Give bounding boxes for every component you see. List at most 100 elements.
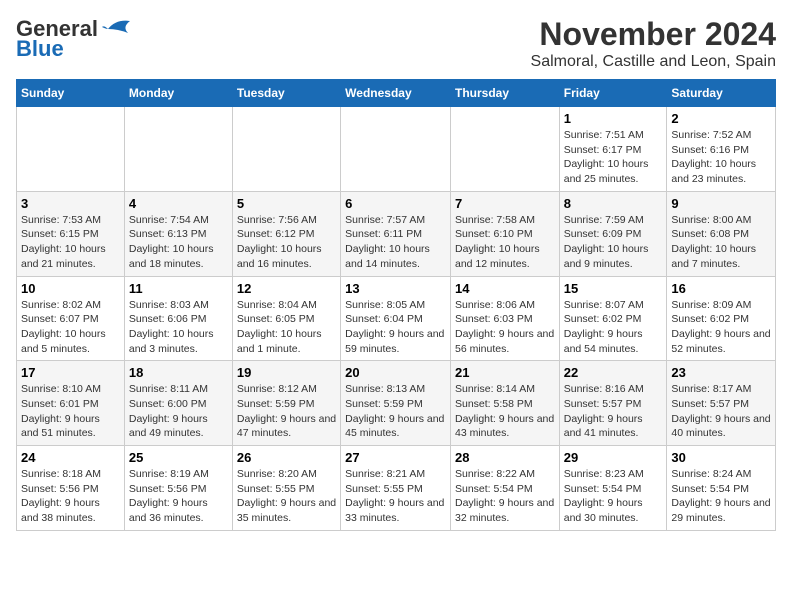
day-number: 30 — [671, 450, 771, 465]
day-number: 5 — [237, 196, 336, 211]
day-number: 16 — [671, 281, 771, 296]
calendar-cell: 30Sunrise: 8:24 AM Sunset: 5:54 PM Dayli… — [667, 446, 776, 531]
calendar-week-row: 3Sunrise: 7:53 AM Sunset: 6:15 PM Daylig… — [17, 191, 776, 276]
calendar-cell: 17 Sunrise: 8:10 AM Sunset: 6:01 PM Dayli… — [17, 361, 125, 446]
day-info: Sunrise: 8:13 AM Sunset: 5:59 PM Dayligh… — [345, 382, 446, 441]
day-info: Sunrise: 8:11 AM Sunset: 6:00 PM Dayligh… — [129, 382, 228, 441]
calendar-cell: 8 Sunrise: 7:59 AM Sunset: 6:09 PM Daylig… — [559, 191, 667, 276]
day-number: 22 — [564, 365, 663, 380]
day-info: Sunrise: 7:57 AM Sunset: 6:11 PM Dayligh… — [345, 213, 446, 272]
calendar-cell — [17, 107, 125, 192]
day-number: 29 — [564, 450, 663, 465]
calendar-cell: 9 Sunrise: 8:00 AM Sunset: 6:08 PM Daylig… — [667, 191, 776, 276]
day-info: Sunrise: 7:59 AM Sunset: 6:09 PM Dayligh… — [564, 213, 663, 272]
calendar-cell: 10 Sunrise: 8:02 AM Sunset: 6:07 PM Dayli… — [17, 276, 125, 361]
calendar-cell: 22 Sunrise: 8:16 AM Sunset: 5:57 PM Dayli… — [559, 361, 667, 446]
day-info: Sunrise: 8:19 AM Sunset: 5:56 PM Dayligh… — [129, 467, 228, 526]
calendar-cell: 5Sunrise: 7:56 AM Sunset: 6:12 PM Daylig… — [232, 191, 340, 276]
calendar-cell: 3Sunrise: 7:53 AM Sunset: 6:15 PM Daylig… — [17, 191, 125, 276]
day-info: Sunrise: 8:00 AM Sunset: 6:08 PM Dayligh… — [671, 213, 771, 272]
calendar-cell: 16Sunrise: 8:09 AM Sunset: 6:02 PM Dayli… — [667, 276, 776, 361]
calendar-cell: 24Sunrise: 8:18 AM Sunset: 5:56 PM Dayli… — [17, 446, 125, 531]
month-title: November 2024 — [531, 16, 776, 53]
calendar-cell: 4Sunrise: 7:54 AM Sunset: 6:13 PM Daylig… — [124, 191, 232, 276]
weekday-header-friday: Friday — [559, 80, 667, 107]
day-info: Sunrise: 8:04 AM Sunset: 6:05 PM Dayligh… — [237, 298, 336, 357]
calendar-cell: 1 Sunrise: 7:51 AM Sunset: 6:17 PM Daylig… — [559, 107, 667, 192]
day-number: 4 — [129, 196, 228, 211]
calendar-cell: 11 Sunrise: 8:03 AM Sunset: 6:06 PM Dayli… — [124, 276, 232, 361]
calendar-week-row: 17 Sunrise: 8:10 AM Sunset: 6:01 PM Dayli… — [17, 361, 776, 446]
day-info: Sunrise: 8:07 AM Sunset: 6:02 PM Dayligh… — [564, 298, 663, 357]
weekday-header-sunday: Sunday — [17, 80, 125, 107]
weekday-header-saturday: Saturday — [667, 80, 776, 107]
calendar-cell: 19 Sunrise: 8:12 AM Sunset: 5:59 PM Dayli… — [232, 361, 340, 446]
calendar-cell — [341, 107, 451, 192]
calendar-cell: 21 Sunrise: 8:14 AM Sunset: 5:58 PM Dayli… — [450, 361, 559, 446]
day-info: Sunrise: 7:52 AM Sunset: 6:16 PM Dayligh… — [671, 128, 771, 187]
logo-blue: Blue — [16, 36, 64, 62]
day-number: 7 — [455, 196, 555, 211]
day-number: 25 — [129, 450, 228, 465]
day-info: Sunrise: 8:14 AM Sunset: 5:58 PM Dayligh… — [455, 382, 555, 441]
day-number: 26 — [237, 450, 336, 465]
calendar-header: SundayMondayTuesdayWednesdayThursdayFrid… — [17, 80, 776, 107]
day-info: Sunrise: 8:17 AM Sunset: 5:57 PM Dayligh… — [671, 382, 771, 441]
calendar-week-row: 1 Sunrise: 7:51 AM Sunset: 6:17 PM Daylig… — [17, 107, 776, 192]
calendar-week-row: 24Sunrise: 8:18 AM Sunset: 5:56 PM Dayli… — [17, 446, 776, 531]
calendar-cell: 25 Sunrise: 8:19 AM Sunset: 5:56 PM Dayli… — [124, 446, 232, 531]
header: General Blue November 2024 Salmoral, Cas… — [16, 16, 776, 71]
weekday-header-row: SundayMondayTuesdayWednesdayThursdayFrid… — [17, 80, 776, 107]
day-number: 6 — [345, 196, 446, 211]
day-info: Sunrise: 7:58 AM Sunset: 6:10 PM Dayligh… — [455, 213, 555, 272]
day-info: Sunrise: 8:16 AM Sunset: 5:57 PM Dayligh… — [564, 382, 663, 441]
day-info: Sunrise: 8:20 AM Sunset: 5:55 PM Dayligh… — [237, 467, 336, 526]
weekday-header-thursday: Thursday — [450, 80, 559, 107]
day-number: 28 — [455, 450, 555, 465]
location: Salmoral, Castille and Leon, Spain — [531, 53, 776, 71]
logo: General Blue — [16, 16, 132, 62]
weekday-header-monday: Monday — [124, 80, 232, 107]
calendar-cell: 15Sunrise: 8:07 AM Sunset: 6:02 PM Dayli… — [559, 276, 667, 361]
day-number: 1 — [564, 111, 663, 126]
calendar-table: SundayMondayTuesdayWednesdayThursdayFrid… — [16, 79, 776, 531]
calendar-cell: 27Sunrise: 8:21 AM Sunset: 5:55 PM Dayli… — [341, 446, 451, 531]
day-info: Sunrise: 8:06 AM Sunset: 6:03 PM Dayligh… — [455, 298, 555, 357]
calendar-cell: 14 Sunrise: 8:06 AM Sunset: 6:03 PM Dayli… — [450, 276, 559, 361]
day-number: 3 — [21, 196, 120, 211]
day-number: 11 — [129, 281, 228, 296]
calendar-cell: 23 Sunrise: 8:17 AM Sunset: 5:57 PM Dayli… — [667, 361, 776, 446]
calendar-cell: 29Sunrise: 8:23 AM Sunset: 5:54 PM Dayli… — [559, 446, 667, 531]
day-info: Sunrise: 8:18 AM Sunset: 5:56 PM Dayligh… — [21, 467, 120, 526]
day-number: 18 — [129, 365, 228, 380]
day-info: Sunrise: 7:51 AM Sunset: 6:17 PM Dayligh… — [564, 128, 663, 187]
day-number: 2 — [671, 111, 771, 126]
weekday-header-tuesday: Tuesday — [232, 80, 340, 107]
day-number: 8 — [564, 196, 663, 211]
day-number: 12 — [237, 281, 336, 296]
day-info: Sunrise: 8:05 AM Sunset: 6:04 PM Dayligh… — [345, 298, 446, 357]
day-info: Sunrise: 8:02 AM Sunset: 6:07 PM Dayligh… — [21, 298, 120, 357]
calendar-cell — [124, 107, 232, 192]
calendar-cell — [232, 107, 340, 192]
calendar-body: 1 Sunrise: 7:51 AM Sunset: 6:17 PM Daylig… — [17, 107, 776, 531]
day-number: 9 — [671, 196, 771, 211]
logo-bird-icon — [100, 19, 132, 39]
calendar-cell: 20 Sunrise: 8:13 AM Sunset: 5:59 PM Dayli… — [341, 361, 451, 446]
day-number: 19 — [237, 365, 336, 380]
day-number: 20 — [345, 365, 446, 380]
calendar-cell: 7 Sunrise: 7:58 AM Sunset: 6:10 PM Daylig… — [450, 191, 559, 276]
calendar-cell: 18 Sunrise: 8:11 AM Sunset: 6:00 PM Dayli… — [124, 361, 232, 446]
day-number: 14 — [455, 281, 555, 296]
day-info: Sunrise: 8:21 AM Sunset: 5:55 PM Dayligh… — [345, 467, 446, 526]
day-number: 13 — [345, 281, 446, 296]
calendar-cell: 26 Sunrise: 8:20 AM Sunset: 5:55 PM Dayli… — [232, 446, 340, 531]
day-number: 17 — [21, 365, 120, 380]
day-info: Sunrise: 8:10 AM Sunset: 6:01 PM Dayligh… — [21, 382, 120, 441]
day-info: Sunrise: 8:12 AM Sunset: 5:59 PM Dayligh… — [237, 382, 336, 441]
day-number: 10 — [21, 281, 120, 296]
day-number: 23 — [671, 365, 771, 380]
calendar-cell — [450, 107, 559, 192]
day-number: 21 — [455, 365, 555, 380]
day-info: Sunrise: 8:03 AM Sunset: 6:06 PM Dayligh… — [129, 298, 228, 357]
